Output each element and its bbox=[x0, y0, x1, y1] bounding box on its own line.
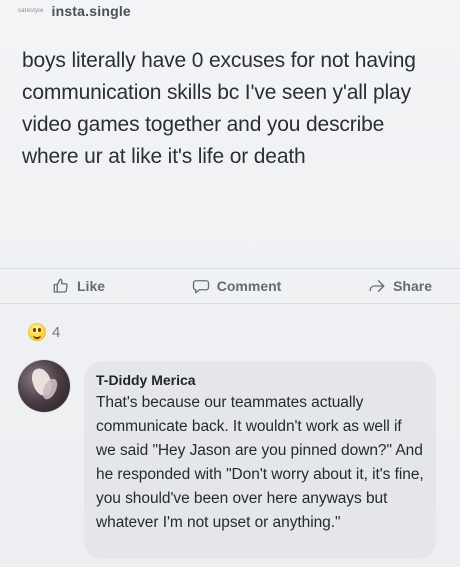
post-action-bar: Like Comment Share bbox=[0, 268, 460, 304]
comment-button[interactable]: Comment bbox=[192, 277, 282, 295]
comment-label: Comment bbox=[216, 278, 282, 294]
share-label: Share bbox=[393, 278, 432, 294]
comment-author-name[interactable]: T-Diddy Merica bbox=[96, 371, 424, 389]
comment-text: That's because our teammates actually co… bbox=[96, 394, 424, 531]
reaction-count: 4 bbox=[52, 323, 61, 341]
emoji-mouth bbox=[33, 333, 41, 339]
avatar[interactable] bbox=[18, 360, 70, 412]
like-button[interactable]: Like bbox=[52, 277, 105, 295]
share-button[interactable]: Share bbox=[368, 277, 432, 295]
post-header: safestyle insta.single bbox=[18, 2, 131, 20]
reaction-summary[interactable]: 4 bbox=[28, 323, 60, 341]
post-body-text: boys literally have 0 excuses for not ha… bbox=[22, 49, 416, 168]
comment-row: T-Diddy Merica That's because our teamma… bbox=[18, 360, 448, 559]
like-label: Like bbox=[77, 278, 106, 294]
social-post-screenshot: safestyle insta.single boys literally ha… bbox=[0, 0, 460, 567]
thumbs-up-icon bbox=[52, 277, 70, 295]
share-arrow-icon bbox=[368, 277, 386, 295]
comment-bubble: T-Diddy Merica That's because our teamma… bbox=[84, 361, 436, 559]
comment-bubble-icon bbox=[192, 277, 210, 295]
watermark-text: safestyle bbox=[18, 8, 44, 14]
account-handle[interactable]: insta.single bbox=[51, 3, 130, 19]
laughing-emoji-icon bbox=[28, 323, 46, 341]
